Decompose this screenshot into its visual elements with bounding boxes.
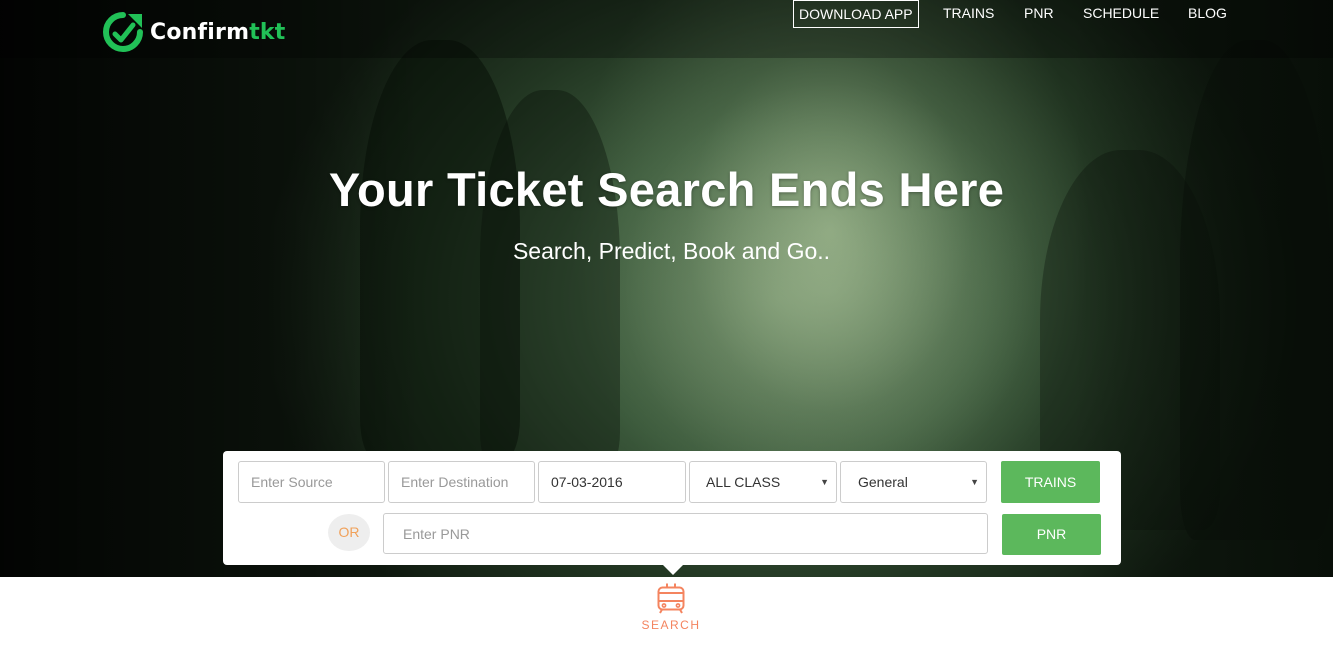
search-trains-button[interactable]: TRAINS [1001, 461, 1100, 503]
hero-title: Your Ticket Search Ends Here [328, 163, 1005, 216]
search-panel: ALL CLASS ▼ General ▼ TRAINS OR PNR [223, 451, 1121, 575]
panel-pointer [663, 565, 683, 575]
hero-fog [620, 80, 1040, 500]
quota-select-value: General [858, 474, 908, 490]
source-input[interactable] [238, 461, 385, 503]
hero-tree [480, 90, 620, 470]
tab-search[interactable]: SEARCH [636, 582, 706, 632]
nav-schedule[interactable]: SCHEDULE [1083, 0, 1159, 28]
check-pnr-button[interactable]: PNR [1002, 514, 1101, 555]
hero-subtitle: Search, Predict, Book and Go.. [512, 238, 831, 264]
nav-trains[interactable]: TRAINS [943, 0, 994, 28]
pnr-input[interactable] [383, 513, 988, 554]
brand-name: Confirmtkt [150, 20, 285, 45]
brand-name-part1: Confirm [150, 19, 250, 45]
journey-date-input[interactable] [538, 461, 686, 503]
destination-input[interactable] [388, 461, 535, 503]
chevron-down-icon: ▼ [970, 477, 979, 487]
class-select-value: ALL CLASS [706, 474, 781, 490]
brand-name-part2: tkt [249, 19, 286, 45]
class-select[interactable]: ALL CLASS ▼ [689, 461, 837, 503]
quota-select[interactable]: General ▼ [840, 461, 987, 503]
brand-logo[interactable]: Confirmtkt [102, 11, 285, 53]
tab-search-label: SEARCH [641, 618, 701, 632]
nav-pnr[interactable]: PNR [1024, 0, 1054, 28]
top-navbar: Confirmtkt DOWNLOAD APP TRAINS PNR SCHED… [0, 0, 1333, 58]
confirmtkt-logo-icon [103, 12, 143, 52]
or-separator: OR [328, 514, 370, 551]
nav-blog[interactable]: BLOG [1188, 0, 1227, 28]
feature-tabs: SEARCH [0, 577, 1333, 660]
train-icon [657, 583, 685, 614]
nav-download-app[interactable]: DOWNLOAD APP [793, 0, 919, 28]
chevron-down-icon: ▼ [820, 477, 829, 487]
